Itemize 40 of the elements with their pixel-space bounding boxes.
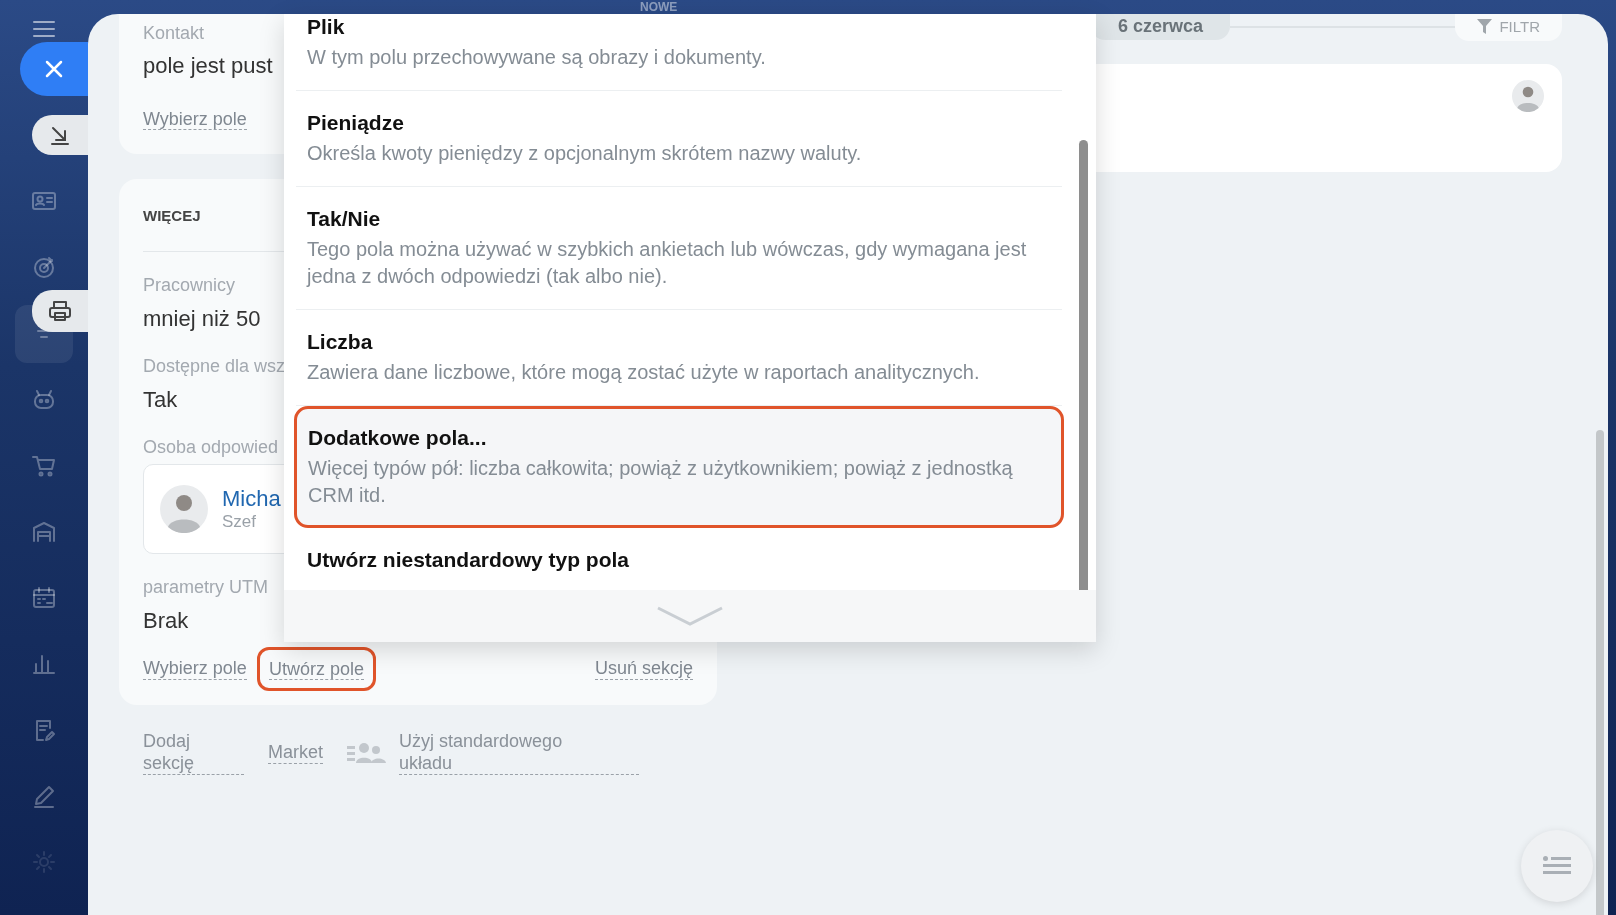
field-label: Kontakt	[143, 22, 205, 44]
printer-icon	[48, 300, 72, 322]
filter-button[interactable]: FILTR	[1455, 14, 1562, 41]
scrollbar[interactable]	[1079, 140, 1088, 590]
users-list-icon	[347, 740, 388, 765]
new-label: NOWE	[640, 0, 678, 14]
field-label: Osoba odpowied	[143, 436, 279, 458]
avatar-icon	[1512, 80, 1544, 112]
field-value: Brak	[143, 607, 189, 635]
field-label: Pracownicy	[143, 274, 236, 296]
print-button[interactable]	[32, 290, 88, 332]
field-value: Tak	[143, 386, 178, 414]
footer-link[interactable]: Market	[268, 741, 324, 764]
funnel-icon	[1477, 18, 1493, 34]
field-type-option[interactable]: Pieniądze Określa kwoty pieniędzy z opcjonalnym skrótem nazwy waluty.	[296, 91, 1062, 187]
field-type-option[interactable]: Dodatkowe pola... Więcej typów pół: liczba całkowita; powiąż z użytkownikiem; powiąż z jednostką CRM itd.	[294, 406, 1064, 528]
field-type-option[interactable]: Tak/Nie Tego pola można używać w szybkich ankietach lub wówczas, gdy wymagana jest jedna z dwóch odpowiedzi (tak albo nie).	[296, 187, 1062, 310]
select-field-link[interactable]: Wybierz pole	[143, 109, 247, 130]
person-role: Szef	[222, 512, 258, 532]
person-name[interactable]: Micha	[222, 486, 281, 512]
field-value: mniej niż 50	[143, 305, 261, 333]
close-button[interactable]	[20, 42, 88, 96]
arrow-down-right-icon	[49, 124, 71, 146]
close-icon	[45, 60, 63, 78]
scrollbar[interactable]	[1596, 430, 1604, 915]
create-field-link[interactable]: Utwórz pole	[256, 646, 376, 691]
minimize-button[interactable]	[32, 115, 88, 155]
list-icon	[1543, 856, 1571, 876]
footer-link[interactable]: Dodaj sekcję	[143, 730, 245, 775]
field-value: pole jest pust	[143, 52, 273, 80]
remove-section-link[interactable]: Usuń sekcję	[594, 657, 693, 680]
chevron-down-icon[interactable]	[657, 606, 723, 626]
field-type-option[interactable]: Plik W tym polu przechowywane są obrazy i dokumenty.	[296, 14, 1062, 91]
section-title: WIĘCEJ	[143, 206, 201, 226]
field-label: Dostępne dla wsz	[143, 355, 286, 377]
menu-icon[interactable]	[32, 20, 56, 38]
field-label: parametry UTM	[143, 576, 268, 598]
footer-link[interactable]: Użyj standardowego układu	[399, 730, 640, 775]
avatar-icon	[160, 485, 208, 533]
select-field-link[interactable]: Wybierz pole	[143, 657, 247, 680]
